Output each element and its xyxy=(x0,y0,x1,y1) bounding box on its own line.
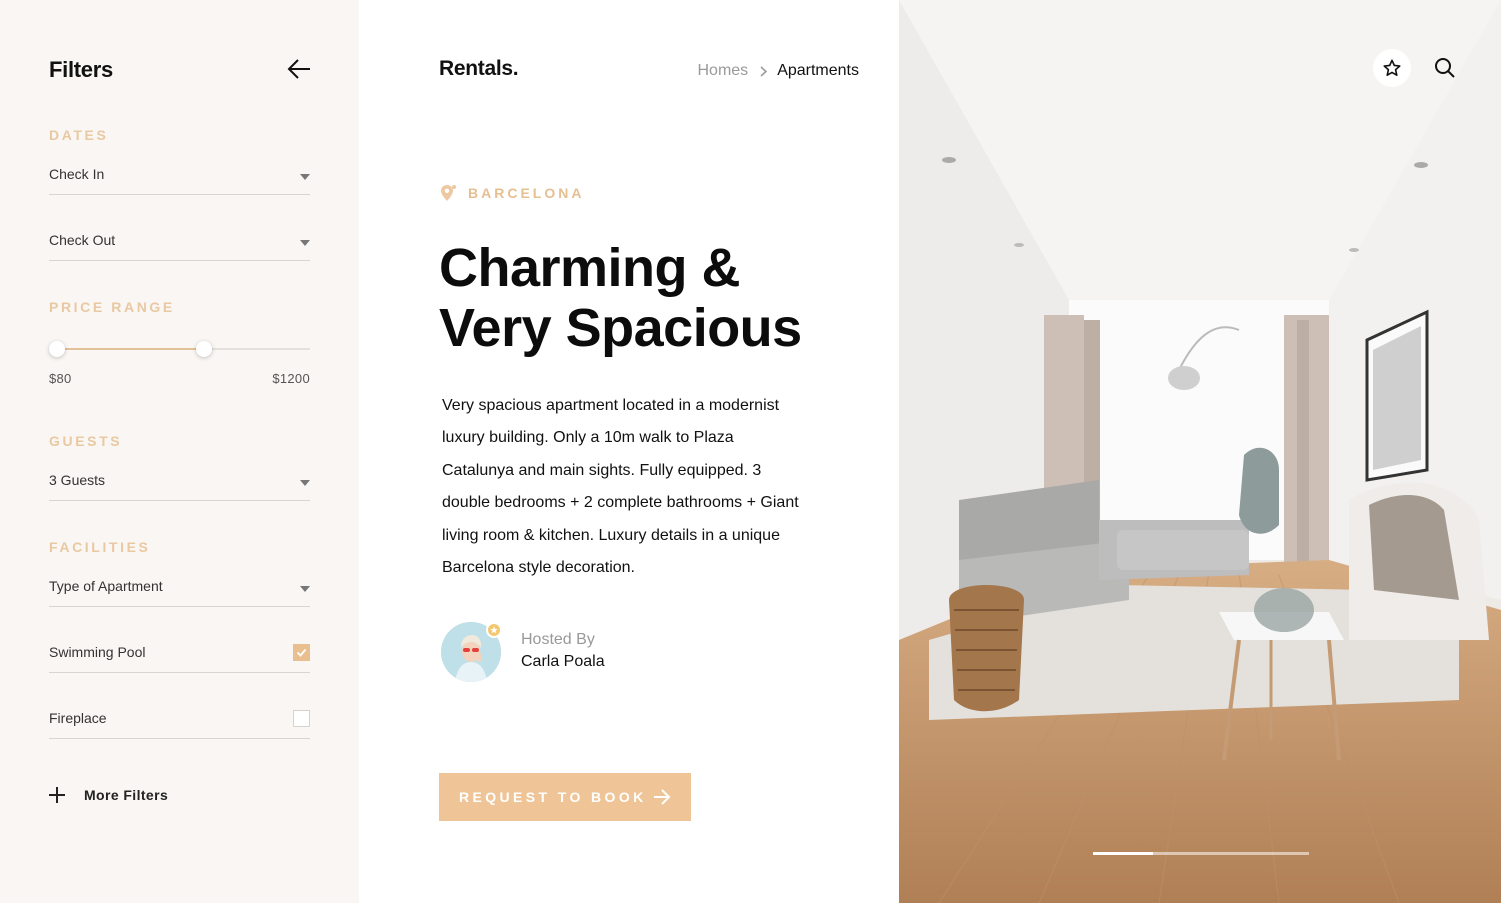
apartment-type-label: Type of Apartment xyxy=(49,578,163,594)
plus-icon xyxy=(49,787,65,803)
chevron-right-icon xyxy=(760,65,768,77)
request-to-book-label: REQUEST TO BOOK xyxy=(459,789,647,805)
arrow-right-icon xyxy=(654,789,671,805)
star-icon xyxy=(1383,59,1401,77)
listing-location: BARCELONA xyxy=(440,184,584,202)
guests-section-label: GUESTS xyxy=(49,433,123,449)
location-text: BARCELONA xyxy=(468,185,585,201)
filters-sidebar: Filters DATES Check In Check Out PRICE R… xyxy=(0,0,359,903)
check-in-label: Check In xyxy=(49,166,105,182)
slider-min-handle[interactable] xyxy=(49,341,65,357)
fireplace-option[interactable]: Fireplace xyxy=(49,705,310,739)
caret-down-icon xyxy=(300,480,310,486)
breadcrumb-home-link[interactable]: Homes xyxy=(698,62,749,80)
swimming-pool-label: Swimming Pool xyxy=(49,644,146,660)
listing-photo-gallery[interactable] xyxy=(899,0,1501,903)
slide-progress-bar[interactable] xyxy=(1093,852,1309,855)
swimming-pool-checkbox[interactable] xyxy=(293,644,310,661)
caret-down-icon xyxy=(300,174,310,180)
apartment-type-select[interactable]: Type of Apartment xyxy=(49,573,310,607)
breadcrumb-current: Apartments xyxy=(777,62,859,79)
listing-description: Very spacious apartment located in a mod… xyxy=(442,397,799,577)
check-in-select[interactable]: Check In xyxy=(49,161,310,195)
more-filters-button[interactable]: More Filters xyxy=(49,784,168,806)
price-min-label: $80 xyxy=(49,371,72,386)
dates-section-label: DATES xyxy=(49,127,109,143)
brand-logo[interactable]: Rentals. xyxy=(439,57,519,81)
price-range-slider[interactable] xyxy=(49,340,310,360)
price-section-label: PRICE RANGE xyxy=(49,299,175,315)
slider-max-handle[interactable] xyxy=(196,341,212,357)
check-out-label: Check Out xyxy=(49,232,116,248)
guests-select[interactable]: 3 Guests xyxy=(49,467,310,501)
slide-progress-active xyxy=(1093,852,1154,855)
fireplace-label: Fireplace xyxy=(49,710,107,726)
map-pin-icon xyxy=(441,185,456,201)
swimming-pool-option[interactable]: Swimming Pool xyxy=(49,639,310,673)
favorite-button[interactable] xyxy=(1373,49,1411,87)
more-filters-label: More Filters xyxy=(84,787,169,803)
search-icon xyxy=(1435,58,1455,78)
listing-title-line2: Very Spacious xyxy=(439,298,802,358)
checkmark-icon xyxy=(296,648,307,657)
facilities-section-label: FACILITIES xyxy=(49,539,151,555)
arrow-left-icon[interactable] xyxy=(286,57,312,81)
living-room-photo xyxy=(899,0,1501,903)
filters-title: Filters xyxy=(49,57,113,82)
slider-fill xyxy=(57,348,204,350)
search-button[interactable] xyxy=(1434,57,1456,79)
caret-down-icon xyxy=(300,240,310,246)
listing-title: Charming & Very Spacious xyxy=(439,238,859,358)
star-badge-icon xyxy=(486,622,502,638)
price-max-label: $1200 xyxy=(272,371,310,386)
fireplace-checkbox[interactable] xyxy=(293,710,310,727)
hosted-by-label: Hosted By xyxy=(521,631,595,648)
caret-down-icon xyxy=(300,586,310,592)
guests-value: 3 Guests xyxy=(49,472,106,488)
request-to-book-button[interactable]: REQUEST TO BOOK xyxy=(439,773,691,821)
check-out-select[interactable]: Check Out xyxy=(49,227,310,261)
host-name[interactable]: Carla Poala xyxy=(521,653,605,671)
listing-title-line1: Charming & xyxy=(439,238,741,298)
breadcrumb: Homes Apartments xyxy=(698,62,860,80)
